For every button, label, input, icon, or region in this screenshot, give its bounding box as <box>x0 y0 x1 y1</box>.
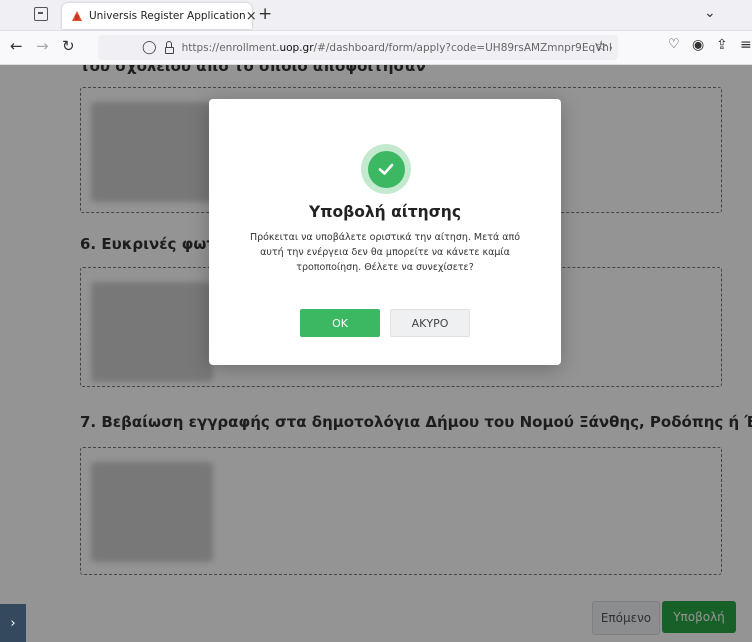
url-text[interactable]: https://enrollment.uop.gr/#/dashboard/fo… <box>182 42 612 54</box>
pocket-icon[interactable]: ♡ <box>668 37 680 52</box>
tab-title: Universis Register Application <box>89 10 246 22</box>
reload-icon[interactable]: ↻ <box>62 37 75 55</box>
address-bar[interactable]: ◯ https://enrollment.uop.gr/#/dashboard/… <box>98 35 618 60</box>
list-tabs-chevron-icon[interactable]: ⌄ <box>704 5 716 21</box>
extension-icon[interactable]: ◉ <box>692 37 704 53</box>
browser-nav-bar: ← → ↻ ◯ https://enrollment.uop.gr/#/dash… <box>0 31 752 65</box>
forward-arrow-icon[interactable]: → <box>36 37 49 55</box>
browser-tab-bar: Universis Register Application × + ⌄ <box>0 0 752 31</box>
success-check-icon <box>361 144 411 194</box>
tracking-shield-icon[interactable]: ◯ <box>142 40 157 55</box>
browser-tab-active[interactable]: Universis Register Application × <box>62 3 257 29</box>
sidebar-toggle-chevron-icon[interactable]: › <box>0 604 26 642</box>
tab-overview-icon[interactable] <box>34 7 48 21</box>
bookmark-star-icon[interactable]: ☆ <box>595 37 608 55</box>
lock-icon[interactable] <box>164 40 174 54</box>
ok-button[interactable]: OK <box>300 309 380 337</box>
dialog-message: Πρόκειται να υποβάλετε οριστικά την αίτη… <box>249 232 521 273</box>
site-favicon-icon <box>72 11 82 21</box>
menu-icon[interactable]: ≡ <box>740 37 752 53</box>
tab-close-button[interactable]: × <box>246 9 257 24</box>
share-icon[interactable]: ⇪ <box>716 37 728 53</box>
submit-confirmation-dialog: Υποβολή αίτησης Πρόκειται να υποβάλετε ο… <box>209 99 561 365</box>
back-arrow-icon[interactable]: ← <box>10 37 23 55</box>
dialog-title: Υποβολή αίτησης <box>308 203 462 221</box>
new-tab-button[interactable]: + <box>258 4 272 24</box>
cancel-button[interactable]: ΑΚΥΡΟ <box>390 309 470 337</box>
